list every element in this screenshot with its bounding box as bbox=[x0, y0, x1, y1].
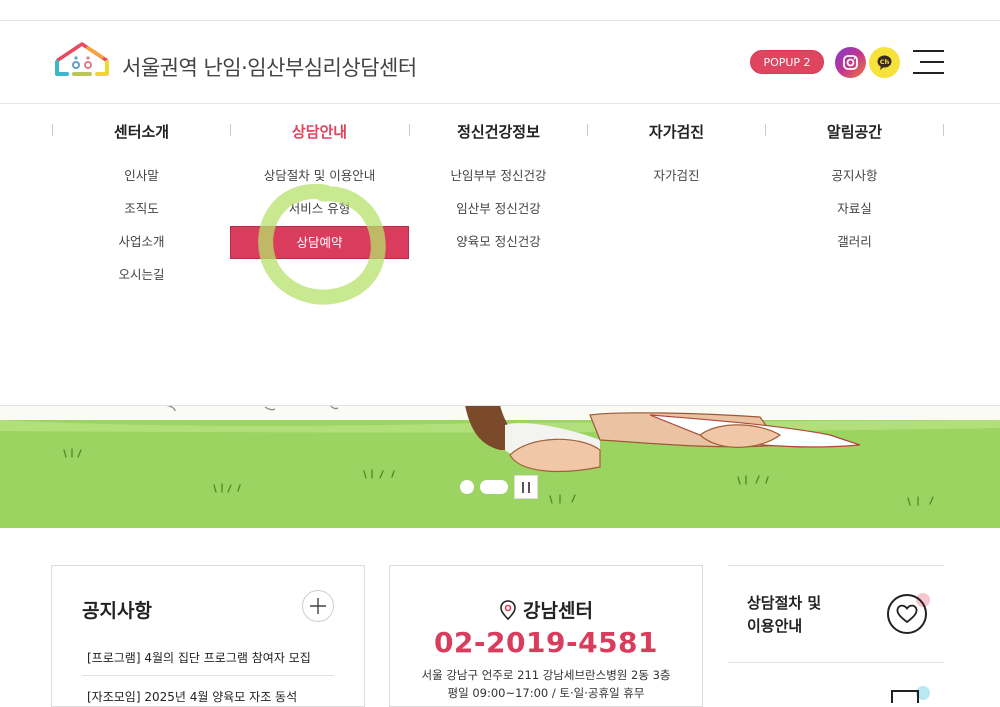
notice-divider bbox=[82, 675, 334, 676]
annotation-circle bbox=[258, 184, 386, 305]
location-pin-icon bbox=[500, 600, 516, 621]
quick-label-line2: 이용안내 bbox=[747, 617, 803, 635]
site-header: 서울권역 난임·임산부심리상담센터 POPUP 2 Ch bbox=[0, 21, 1000, 104]
site-title[interactable]: 서울권역 난임·임산부심리상담센터 bbox=[122, 52, 417, 82]
notice-item[interactable]: [프로그램] 4월의 집단 프로그램 참여자 모집 bbox=[87, 649, 333, 666]
menu-item-gallery[interactable]: 갤러리 bbox=[765, 226, 944, 259]
quick-divider bbox=[728, 662, 944, 663]
top-strip bbox=[0, 0, 1000, 21]
menu-column-notices: 알림공간 공지사항 자료실 갤러리 bbox=[765, 104, 944, 259]
menu-title-counseling[interactable]: 상담안내 bbox=[230, 121, 409, 143]
slider-dot-inactive[interactable] bbox=[460, 480, 474, 494]
menu-item-directions[interactable]: 오시는길 bbox=[52, 259, 231, 292]
mega-menu: 센터소개 인사말 조직도 사업소개 오시는길 상담안내 상담절차 및 이용안내 … bbox=[0, 104, 1000, 406]
menu-item-infertility-health[interactable]: 난임부부 정신건강 bbox=[409, 160, 588, 193]
logo-icon[interactable] bbox=[52, 40, 112, 80]
notice-more-button[interactable] bbox=[302, 590, 334, 622]
kakao-channel-icon[interactable]: Ch bbox=[869, 47, 900, 78]
pause-icon bbox=[522, 482, 524, 493]
menu-title-mental-health[interactable]: 정신건강정보 bbox=[409, 121, 588, 143]
hero-banner bbox=[0, 405, 1000, 528]
menu-item-resources[interactable]: 자료실 bbox=[765, 193, 944, 226]
quick-label-line1: 상담절차 및 bbox=[747, 594, 822, 612]
heart-icon bbox=[887, 593, 930, 634]
slider-dot-active[interactable] bbox=[480, 480, 508, 494]
slider-pause-button[interactable] bbox=[514, 475, 538, 499]
quick-divider bbox=[728, 565, 944, 566]
notice-title: 공지사항 bbox=[82, 600, 152, 622]
center-hours: 평일 09:00~17:00 / 토·일·공휴일 휴무 bbox=[447, 686, 645, 700]
document-icon bbox=[891, 686, 930, 703]
menu-item-business[interactable]: 사업소개 bbox=[52, 226, 231, 259]
svg-text:Ch: Ch bbox=[880, 58, 890, 66]
menu-column-self-test: 자가검진 자가검진 bbox=[587, 104, 766, 193]
plus-icon bbox=[310, 598, 326, 614]
menu-column-mental-health: 정신건강정보 난임부부 정신건강 임산부 정신건강 양육모 정신건강 bbox=[409, 104, 588, 259]
menu-title-notices[interactable]: 알림공간 bbox=[765, 121, 944, 143]
menu-icon[interactable] bbox=[913, 50, 944, 74]
menu-item-parenting-health[interactable]: 양육모 정신건강 bbox=[409, 226, 588, 259]
center-name-text: 강남센터 bbox=[523, 600, 593, 622]
menu-item-announcements[interactable]: 공지사항 bbox=[765, 160, 944, 193]
menu-column-about: 센터소개 인사말 조직도 사업소개 오시는길 bbox=[52, 104, 231, 292]
menu-item-greeting[interactable]: 인사말 bbox=[52, 160, 231, 193]
quick-link-procedure[interactable]: 상담절차 및 이용안내 bbox=[728, 565, 944, 705]
center-address: 서울 강남구 언주로 211 강남세브란스병원 2동 3층 bbox=[421, 668, 671, 682]
menu-item-pregnancy-health[interactable]: 임산부 정신건강 bbox=[409, 193, 588, 226]
center-info-card: 강남센터 02-2019-4581 서울 강남구 언주로 211 강남세브란스병… bbox=[389, 565, 703, 707]
menu-item-self-test[interactable]: 자가검진 bbox=[587, 160, 766, 193]
center-name: 강남센터 bbox=[390, 596, 702, 623]
quick-link-label: 상담절차 및 이용안내 bbox=[747, 592, 821, 638]
hero-illustration bbox=[0, 405, 1000, 506]
menu-title-self-test[interactable]: 자가검진 bbox=[587, 121, 766, 143]
popup-button[interactable]: POPUP 2 bbox=[750, 50, 824, 74]
center-phone[interactable]: 02-2019-4581 bbox=[390, 626, 702, 659]
menu-item-organization[interactable]: 조직도 bbox=[52, 193, 231, 226]
notice-card: 공지사항 [프로그램] 4월의 집단 프로그램 참여자 모집 [자조모임] 20… bbox=[51, 565, 365, 707]
pause-icon-bar bbox=[528, 482, 530, 493]
notice-item[interactable]: [자조모임] 2025년 4월 양육모 자조 동석 bbox=[87, 688, 333, 705]
menu-title-about[interactable]: 센터소개 bbox=[52, 121, 231, 143]
instagram-icon[interactable] bbox=[835, 47, 866, 78]
